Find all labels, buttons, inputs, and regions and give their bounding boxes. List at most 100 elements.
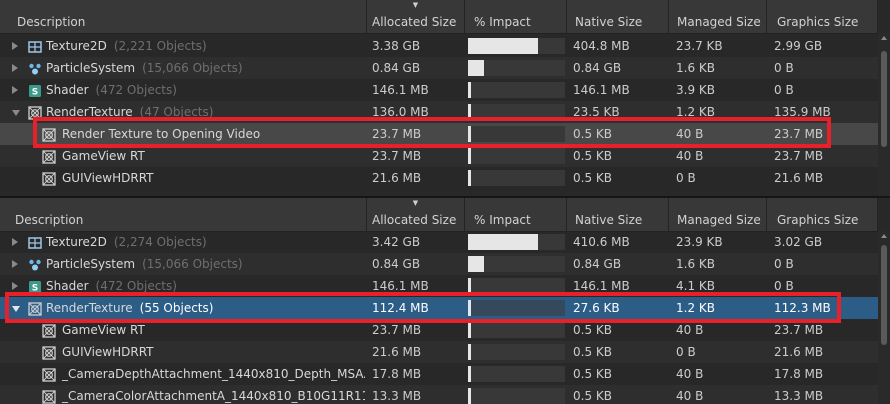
allocated-size-cell: 112.4 MB bbox=[372, 301, 429, 315]
render-texture-icon bbox=[42, 171, 56, 186]
column-header-managed-size[interactable]: Managed Size bbox=[669, 198, 767, 231]
expand-arrow-right-icon[interactable] bbox=[12, 42, 18, 50]
table-row[interactable]: GameView RT 23.7 MB 0.5 KB 40 B 23.7 MB bbox=[0, 145, 878, 167]
impact-bar-track bbox=[468, 278, 565, 294]
column-header-impact[interactable]: % Impact bbox=[465, 198, 567, 231]
table-row[interactable]: Texture2D (2,221 Objects) 3.38 GB 404.8 MB 2… bbox=[0, 35, 878, 57]
scrollbar-thumb[interactable] bbox=[881, 51, 887, 147]
impact-cell bbox=[465, 57, 565, 79]
table-row[interactable]: RenderTexture (55 Objects) 112.4 MB 27.6 KB… bbox=[0, 297, 878, 319]
row-label: ParticleSystem (15,066 Objects) bbox=[46, 57, 243, 79]
graphics-size-cell: 112.3 MB bbox=[774, 301, 831, 315]
vertical-scrollbar[interactable] bbox=[878, 231, 890, 404]
allocated-size-cell: 3.38 GB bbox=[372, 39, 421, 53]
top-snapshot-panel: Description ▼ Allocated Size % Impact Nat… bbox=[0, 0, 890, 197]
managed-size-cell: 4.1 KB bbox=[676, 279, 715, 293]
table-row[interactable]: Texture2D (2,274 Objects) 3.42 GB 410.6 MB 2… bbox=[0, 231, 878, 253]
description-cell: GameView RT bbox=[0, 145, 365, 167]
object-count: (472 Objects) bbox=[95, 83, 177, 97]
impact-bar-fill bbox=[468, 38, 538, 54]
column-header-graphics-size[interactable]: Graphics Size bbox=[767, 198, 878, 231]
impact-bar-fill bbox=[468, 60, 484, 76]
native-size-cell: 0.5 KB bbox=[573, 367, 612, 381]
managed-size-cell: 0 B bbox=[676, 171, 696, 185]
column-header-allocated-size[interactable]: ▼ Allocated Size bbox=[367, 198, 465, 231]
bottom-snapshot-panel: Description ▼ Allocated Size % Impact Nat… bbox=[0, 198, 890, 404]
expand-arrow-right-icon[interactable] bbox=[12, 282, 18, 290]
expand-arrow-right-icon[interactable] bbox=[12, 238, 18, 246]
object-count: (47 Objects) bbox=[139, 105, 214, 119]
expand-arrow-right-icon[interactable] bbox=[12, 260, 18, 268]
column-header-description[interactable]: Description bbox=[0, 0, 367, 33]
table-row[interactable]: _CameraDepthAttachment_1440x810_Depth_MS… bbox=[0, 363, 878, 385]
render-texture-icon bbox=[28, 105, 42, 120]
row-name: GameView RT bbox=[62, 149, 145, 163]
table-row[interactable]: ParticleSystem (15,066 Objects) 0.84 GB 0.8… bbox=[0, 57, 878, 79]
table-row[interactable]: _CameraColorAttachmentA_1440x810_B10G11R… bbox=[0, 385, 878, 404]
object-count: (2,221 Objects) bbox=[113, 39, 207, 53]
managed-size-cell: 1.2 KB bbox=[676, 301, 715, 315]
column-header-label: Graphics Size bbox=[777, 15, 859, 29]
column-header-description[interactable]: Description bbox=[0, 198, 367, 231]
table-row[interactable]: S Shader (472 Objects) 146.1 MB 146.1 MB 4.1 … bbox=[0, 275, 878, 297]
impact-bar-track bbox=[468, 300, 565, 316]
table-row[interactable]: GUIViewHDRRT 21.6 MB 0.5 KB 0 B 21.6 MB bbox=[0, 167, 878, 189]
table-header: Description ▼ Allocated Size % Impact Nat… bbox=[0, 0, 878, 34]
impact-bar-fill bbox=[468, 388, 471, 404]
row-name: Shader bbox=[46, 83, 89, 97]
managed-size-cell: 3.9 KB bbox=[676, 83, 715, 97]
column-header-label: Native Size bbox=[575, 213, 643, 227]
row-label: GameView RT bbox=[62, 145, 145, 167]
impact-bar-fill bbox=[468, 256, 484, 272]
row-label: RenderTexture (55 Objects) bbox=[46, 297, 213, 319]
allocated-size-cell: 0.84 GB bbox=[372, 257, 421, 271]
row-name: Texture2D bbox=[46, 235, 107, 249]
expand-arrow-down-icon[interactable] bbox=[12, 110, 20, 116]
allocated-size-cell: 3.42 GB bbox=[372, 235, 421, 249]
render-texture-icon bbox=[28, 301, 42, 316]
column-header-label: Description bbox=[17, 15, 86, 29]
table-row[interactable]: S Shader (472 Objects) 146.1 MB 146.1 MB 3.9 … bbox=[0, 79, 878, 101]
column-header-label: Allocated Size bbox=[372, 213, 457, 227]
scrollbar-thumb[interactable] bbox=[881, 245, 887, 345]
column-header-graphics-size[interactable]: Graphics Size bbox=[767, 0, 878, 33]
impact-bar-track bbox=[468, 82, 565, 98]
row-name: RenderTexture bbox=[46, 105, 133, 119]
managed-size-cell: 40 B bbox=[676, 389, 704, 403]
native-size-cell: 0.5 KB bbox=[573, 127, 612, 141]
graphics-size-cell: 0 B bbox=[774, 257, 794, 271]
impact-bar-fill bbox=[468, 366, 471, 382]
expand-arrow-down-icon[interactable] bbox=[12, 306, 20, 312]
expand-arrow-right-icon[interactable] bbox=[12, 64, 18, 72]
scroll-up-icon[interactable] bbox=[881, 36, 887, 40]
table-row[interactable]: GUIViewHDRRT 21.6 MB 0.5 KB 0 B 21.6 MB bbox=[0, 341, 878, 363]
managed-size-cell: 23.7 KB bbox=[676, 39, 723, 53]
description-cell: _CameraColorAttachmentA_1440x810_B10G11R… bbox=[0, 385, 365, 404]
allocated-size-cell: 23.7 MB bbox=[372, 323, 422, 337]
render-texture-icon bbox=[42, 127, 56, 142]
impact-bar-fill bbox=[468, 82, 471, 98]
table-row[interactable]: ParticleSystem (15,066 Objects) 0.84 GB 0.8… bbox=[0, 253, 878, 275]
table-row[interactable]: RenderTexture (47 Objects) 136.0 MB 23.5 KB… bbox=[0, 101, 878, 123]
allocated-size-cell: 23.7 MB bbox=[372, 149, 422, 163]
description-cell: ParticleSystem (15,066 Objects) bbox=[0, 57, 365, 79]
column-header-impact[interactable]: % Impact bbox=[465, 0, 567, 33]
description-cell: Texture2D (2,221 Objects) bbox=[0, 35, 365, 57]
table-row[interactable]: GameView RT 23.7 MB 0.5 KB 40 B 23.7 MB bbox=[0, 319, 878, 341]
shader-icon: S bbox=[28, 279, 42, 294]
impact-cell bbox=[465, 253, 565, 275]
table-row[interactable]: Render Texture to Opening Video 23.7 MB 0.… bbox=[0, 123, 878, 145]
native-size-cell: 0.5 KB bbox=[573, 149, 612, 163]
column-header-native-size[interactable]: Native Size bbox=[567, 198, 669, 231]
managed-size-cell: 40 B bbox=[676, 127, 704, 141]
allocated-size-cell: 21.6 MB bbox=[372, 171, 422, 185]
column-header-native-size[interactable]: Native Size bbox=[567, 0, 669, 33]
expand-arrow-right-icon[interactable] bbox=[12, 86, 18, 94]
svg-text:S: S bbox=[32, 284, 38, 294]
vertical-scrollbar[interactable] bbox=[878, 33, 890, 197]
column-header-managed-size[interactable]: Managed Size bbox=[669, 0, 767, 33]
description-cell: S Shader (472 Objects) bbox=[0, 275, 365, 297]
column-header-allocated-size[interactable]: ▼ Allocated Size bbox=[367, 0, 465, 33]
impact-bar-track bbox=[468, 38, 565, 54]
scroll-up-icon[interactable] bbox=[881, 234, 887, 238]
